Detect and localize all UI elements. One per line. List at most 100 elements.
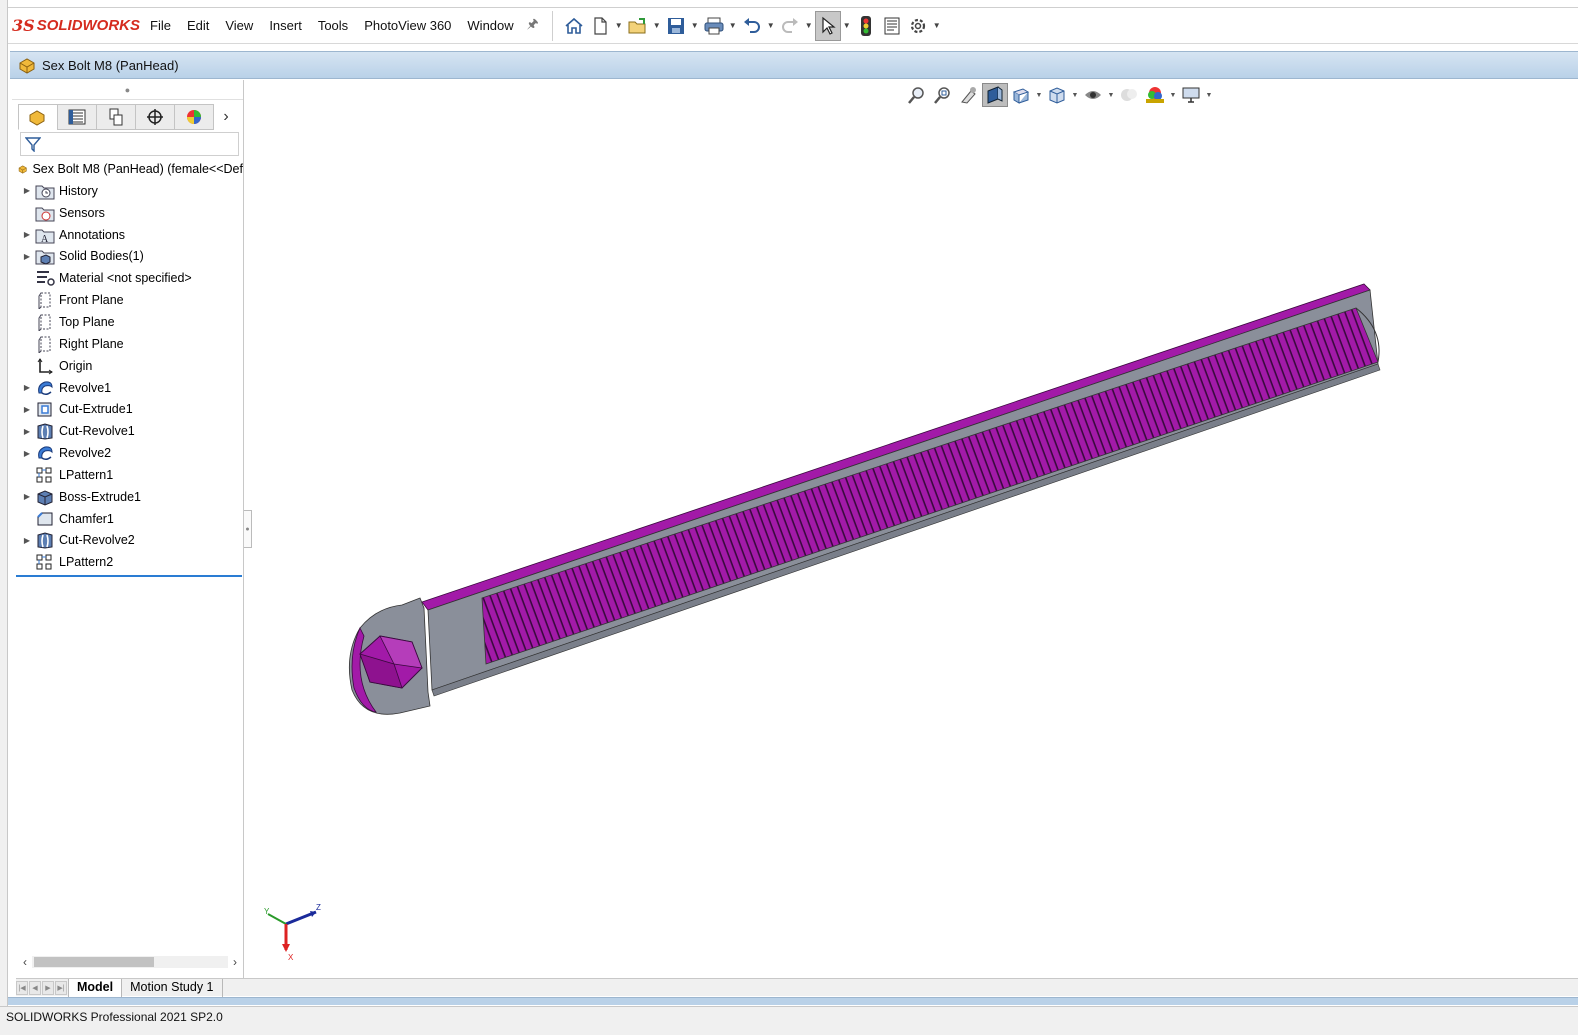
rollback-bar[interactable]: [16, 575, 242, 578]
panel-collapse-handle[interactable]: ●: [244, 510, 252, 548]
undo-icon[interactable]: [739, 11, 765, 41]
options-icon[interactable]: [905, 11, 931, 41]
open-icon[interactable]: [625, 11, 651, 41]
plane-icon: [34, 335, 56, 353]
panel-split-handle[interactable]: ●: [12, 80, 243, 100]
tree-item-label: Right Plane: [59, 336, 124, 351]
tree-item-label: LPattern1: [59, 467, 114, 482]
redo-icon[interactable]: [777, 11, 803, 41]
scroll-track[interactable]: [32, 956, 228, 968]
tree-item-cut-extrude1[interactable]: ▶ Cut-Extrude1: [12, 398, 243, 420]
save-icon[interactable]: [663, 11, 689, 41]
document-bottom-strip: [8, 997, 1578, 1005]
menu-insert[interactable]: Insert: [261, 8, 310, 44]
expand-arrow-icon[interactable]: ▶: [12, 186, 34, 195]
first-tab-icon[interactable]: |◀: [16, 980, 28, 995]
tree-item-label: Chamfer1: [59, 511, 114, 526]
scroll-right-icon[interactable]: ›: [228, 955, 242, 969]
menu-tools[interactable]: Tools: [310, 8, 356, 44]
rebuild-icon[interactable]: [853, 11, 879, 41]
tree-item-annotations[interactable]: ▶ A Annotations: [12, 224, 243, 246]
options-dropdown-icon[interactable]: ▼: [931, 11, 943, 41]
tree-item-lpattern1[interactable]: LPattern1: [12, 464, 243, 486]
tree-item-history[interactable]: ▶ History: [12, 180, 243, 202]
menu-file[interactable]: File: [142, 8, 179, 44]
bottom-tab-bar: |◀ ◀ ▶ ▶| Model Motion Study 1: [16, 978, 1578, 997]
save-dropdown-icon[interactable]: ▼: [689, 11, 701, 41]
expand-arrow-icon[interactable]: ▶: [12, 449, 34, 458]
tree-root-part[interactable]: Sex Bolt M8 (PanHead) (female<<Def: [12, 158, 243, 180]
menu-edit[interactable]: Edit: [179, 8, 217, 44]
panel-tabs-more-icon[interactable]: ›: [213, 104, 239, 130]
previous-tab-icon[interactable]: ◀: [29, 980, 41, 995]
tree-item-top-plane[interactable]: Top Plane: [12, 311, 243, 333]
expand-arrow-icon[interactable]: ▶: [12, 536, 34, 545]
tree-filter[interactable]: [20, 132, 239, 156]
feature-manager-icon: [29, 110, 45, 126]
select-icon[interactable]: [814, 10, 841, 41]
tree-item-revolve2[interactable]: ▶ Revolve2: [12, 442, 243, 464]
tree-item-sensors[interactable]: Sensors: [12, 202, 243, 224]
tree-item-label: Front Plane: [59, 293, 124, 308]
bolt-model[interactable]: [252, 80, 1578, 978]
graphics-area[interactable]: ▼ ▼ ▼ ▼ ▼ Y Z X: [252, 80, 1578, 978]
select-dropdown-icon[interactable]: ▼: [841, 11, 853, 41]
menu-window[interactable]: Window: [459, 8, 521, 44]
tree-item-label: Solid Bodies(1): [59, 249, 144, 264]
tree-item-label: Top Plane: [59, 314, 115, 329]
expand-arrow-icon[interactable]: ▶: [12, 427, 34, 436]
home-icon[interactable]: [561, 11, 587, 41]
logo-text: SOLIDWORKS: [36, 17, 141, 34]
tree-item-origin[interactable]: Origin: [12, 355, 243, 377]
tab-dimxpert-manager[interactable]: [135, 104, 175, 130]
scroll-thumb[interactable]: [34, 957, 154, 967]
print-icon[interactable]: [701, 11, 727, 41]
tree-item-chamfer1[interactable]: Chamfer1: [12, 508, 243, 530]
tab-motion-study[interactable]: Motion Study 1: [122, 978, 223, 997]
file-properties-icon[interactable]: [879, 11, 905, 41]
tree-item-boss-extrude1[interactable]: ▶ Boss-Extrude1: [12, 486, 243, 508]
scroll-left-icon[interactable]: ‹: [18, 955, 32, 969]
menu-photoview[interactable]: PhotoView 360: [356, 8, 459, 44]
pin-icon[interactable]: 🖈: [522, 15, 544, 37]
panel-horizontal-scrollbar[interactable]: ‹ ›: [18, 954, 242, 970]
tab-display-manager[interactable]: [174, 104, 214, 130]
shank-top-face: [421, 283, 1371, 611]
last-tab-icon[interactable]: ▶|: [55, 980, 67, 995]
solidworks-logo[interactable]: 3S SOLIDWORKS: [12, 8, 142, 44]
expand-arrow-icon[interactable]: ▶: [12, 383, 34, 392]
tree-item-label: Cut-Extrude1: [59, 402, 133, 417]
tree-item-cut-revolve1[interactable]: ▶ Cut-Revolve1: [12, 420, 243, 442]
menu-view[interactable]: View: [217, 8, 261, 44]
reference-triad: Y Z X: [256, 902, 326, 965]
tree-item-solid-bodies-1[interactable]: ▶ Solid Bodies(1): [12, 246, 243, 268]
triad-y-label: Y: [264, 907, 270, 916]
material-icon: [34, 269, 56, 287]
tree-item-revolve1[interactable]: ▶ Revolve1: [12, 377, 243, 399]
print-dropdown-icon[interactable]: ▼: [727, 11, 739, 41]
tree-item-cut-revolve2[interactable]: ▶ Cut-Revolve2: [12, 530, 243, 552]
open-dropdown-icon[interactable]: ▼: [651, 11, 663, 41]
tab-feature-manager[interactable]: [18, 104, 58, 130]
new-dropdown-icon[interactable]: ▼: [613, 11, 625, 41]
next-tab-icon[interactable]: ▶: [42, 980, 54, 995]
status-bar: SOLIDWORKS Professional 2021 SP2.0: [0, 1006, 1578, 1035]
tree-item-front-plane[interactable]: Front Plane: [12, 289, 243, 311]
revolve-icon: [34, 444, 56, 462]
new-document-icon[interactable]: [587, 11, 613, 41]
expand-arrow-icon[interactable]: ▶: [12, 230, 34, 239]
property-manager-icon: [68, 109, 86, 125]
expand-arrow-icon[interactable]: ▶: [12, 492, 34, 501]
tab-property-manager[interactable]: [57, 104, 97, 130]
tree-item-lpattern2[interactable]: LPattern2: [12, 551, 243, 573]
redo-dropdown-icon[interactable]: ▼: [803, 11, 815, 41]
expand-arrow-icon[interactable]: ▶: [12, 405, 34, 414]
tree-item-label: Material <not specified>: [59, 271, 192, 286]
expand-arrow-icon[interactable]: ▶: [12, 252, 34, 261]
tab-model[interactable]: Model: [68, 978, 123, 997]
undo-dropdown-icon[interactable]: ▼: [765, 11, 777, 41]
tree-item-right-plane[interactable]: Right Plane: [12, 333, 243, 355]
origin-icon: [34, 357, 56, 375]
tree-item-material-not-specified[interactable]: Material <not specified>: [12, 267, 243, 289]
tab-configuration-manager[interactable]: [96, 104, 136, 130]
